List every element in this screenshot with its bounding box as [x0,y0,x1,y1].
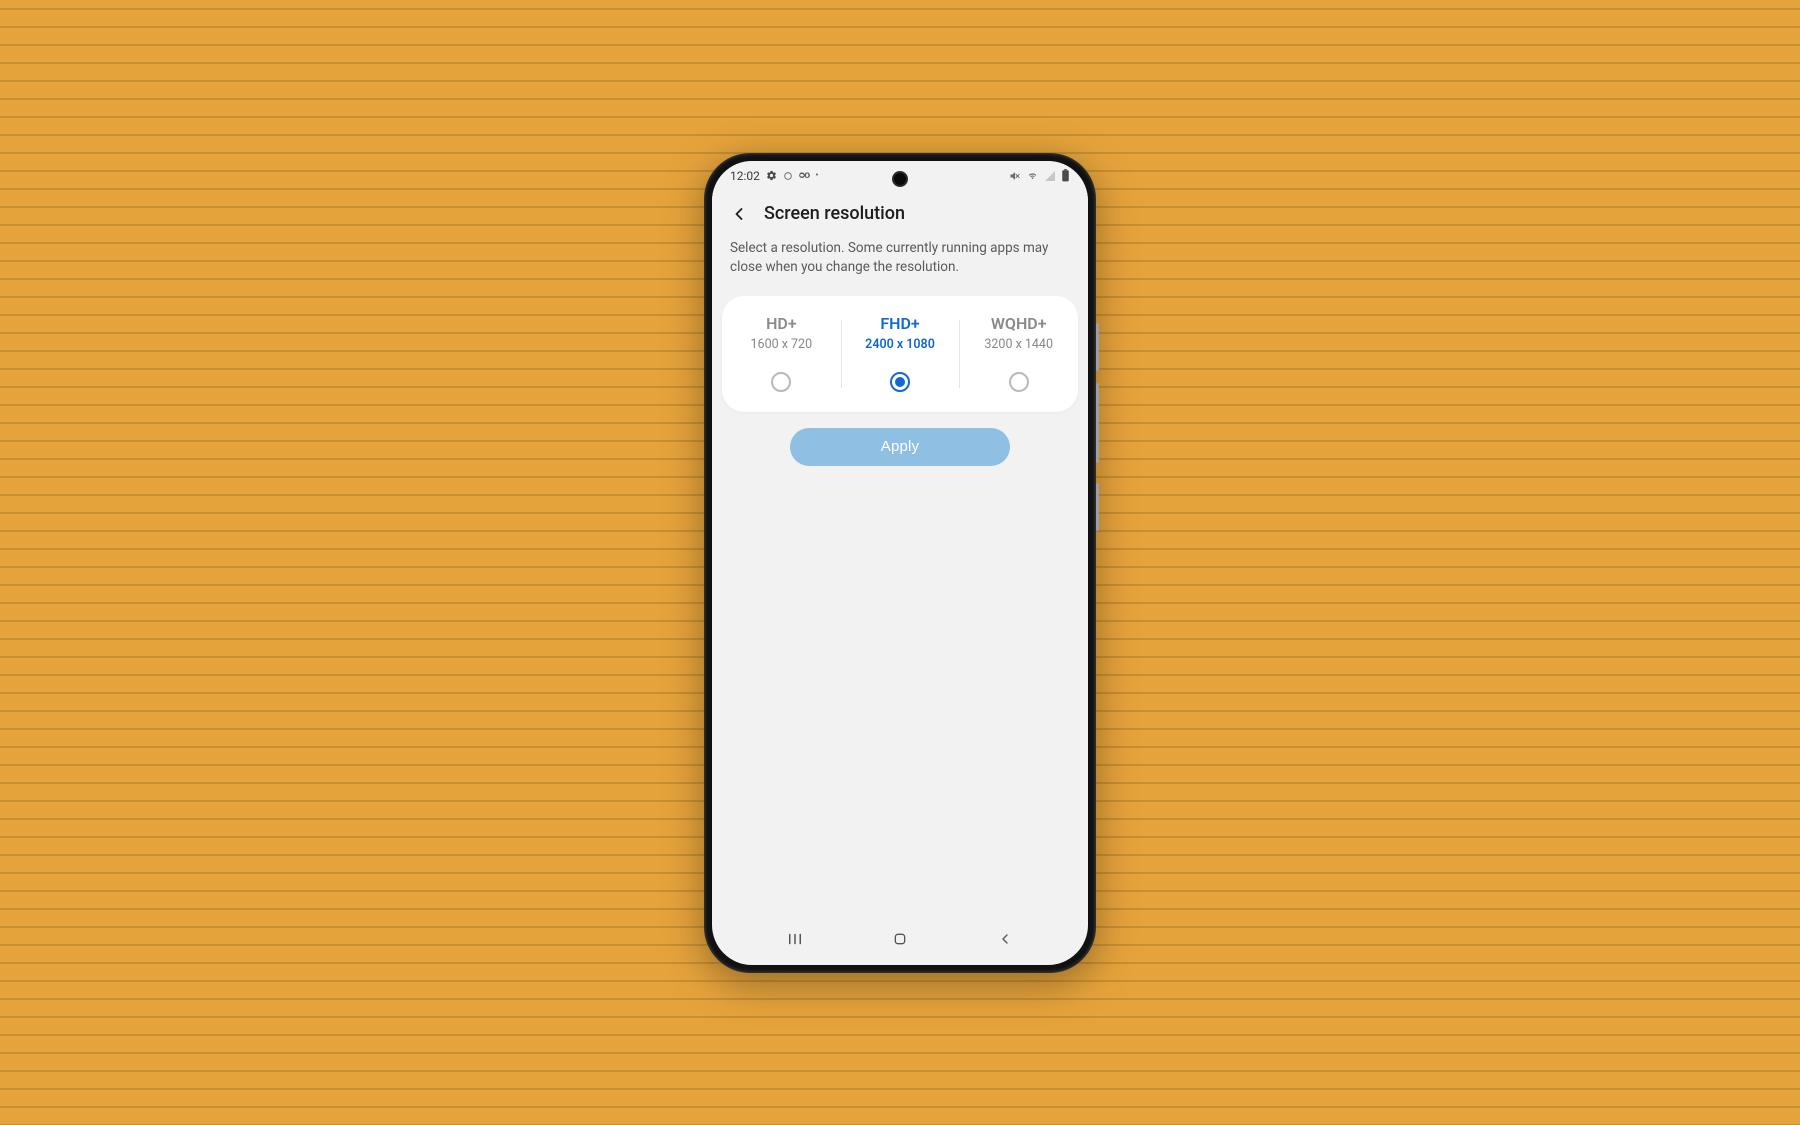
page-header: Screen resolution [712,191,1088,233]
side-button [1096,323,1099,371]
radio-button[interactable] [890,372,910,392]
nav-back-button[interactable] [985,931,1025,947]
option-label: HD+ [766,314,797,333]
phone-frame: 12:02 ᴑᴏ • [704,153,1096,973]
circle-icon [783,171,793,181]
resolution-option-hd[interactable]: HD+ 1600 x 720 [722,314,841,392]
resolution-option-fhd[interactable]: FHD+ 2400 x 1080 [841,314,960,392]
resolution-option-wqhd[interactable]: WQHD+ 3200 x 1440 [959,314,1078,392]
back-button[interactable] [728,203,750,225]
option-detail: 2400 x 1080 [865,337,935,352]
home-button[interactable] [880,931,920,947]
page-description: Select a resolution. Some currently runn… [712,233,1088,296]
system-nav-bar [712,919,1088,965]
radio-button[interactable] [771,372,791,392]
page-title: Screen resolution [764,203,905,224]
mute-icon [1009,170,1021,182]
option-label: WQHD+ [991,314,1047,333]
screen: 12:02 ᴑᴏ • [712,161,1088,965]
recents-button[interactable] [775,930,815,948]
dot-icon: • [815,170,818,181]
apply-button-row: Apply [712,428,1088,466]
gear-icon [766,170,777,181]
side-button [1096,383,1099,463]
wifi-icon [1026,169,1039,182]
signal-icon [1044,170,1056,182]
resolution-options-card: HD+ 1600 x 720 FHD+ 2400 x 1080 WQHD+ 32… [722,296,1078,412]
camera-notch [892,171,908,187]
option-detail: 1600 x 720 [751,337,813,352]
side-button [1096,483,1099,531]
radio-button[interactable] [1009,372,1029,392]
status-time: 12:02 [730,169,760,183]
option-label: FHD+ [880,314,919,333]
option-detail: 3200 x 1440 [984,337,1053,352]
battery-icon [1061,169,1070,182]
voicemail-icon: ᴑᴏ [799,170,809,181]
apply-button[interactable]: Apply [790,428,1010,466]
